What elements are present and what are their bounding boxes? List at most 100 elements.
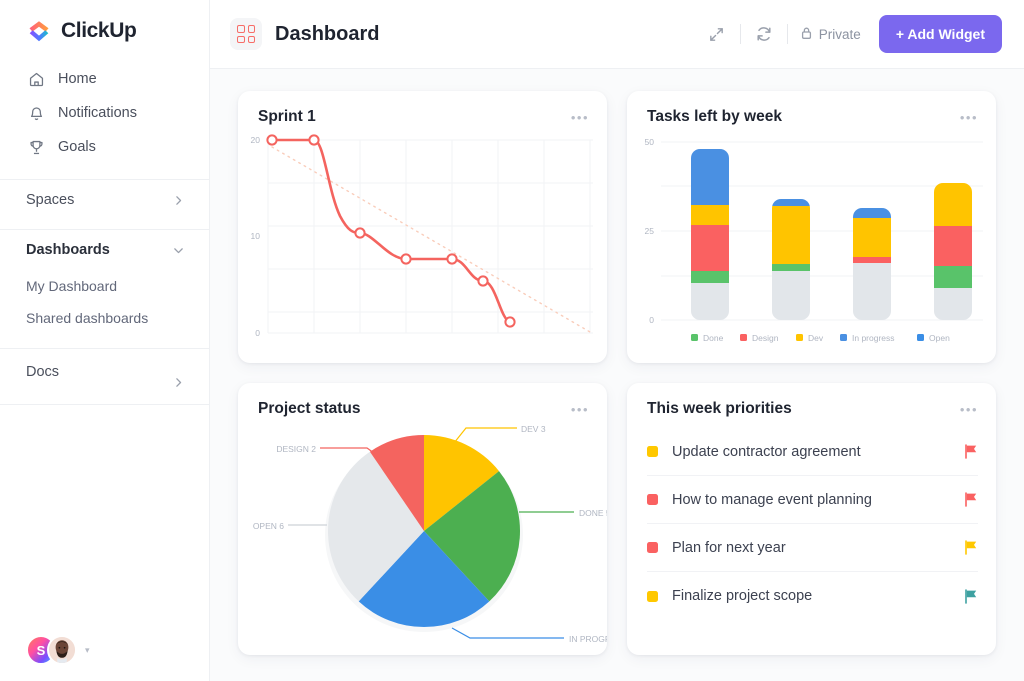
privacy-label: Private [819,27,861,42]
sidebar-label-spaces: Spaces [26,192,74,208]
widget-sprint-1: Sprint 1 ••• [238,91,607,363]
list-item[interactable]: Plan for next year [647,524,978,572]
legend-label-open: Open [929,333,950,343]
topbar-divider-1 [740,24,741,44]
privacy-toggle[interactable]: Private [800,26,861,43]
legend-label-in-progress: In progress [852,333,895,343]
legend-swatch-done [691,334,698,341]
app-root: ClickUp Home Notific [0,0,1024,681]
tasks-ytick-25: 25 [645,226,655,236]
legend-label-done: Done [703,333,724,343]
page-title: Dashboard [275,23,379,46]
sprint-ideal-line [272,147,590,332]
avatar-photo[interactable] [47,635,77,665]
lock-icon [800,26,813,43]
refresh-icon[interactable] [749,19,779,49]
status-square [647,542,658,553]
priorities-list: Update contractor agreement How to manag… [627,418,996,620]
legend-swatch-dev [796,334,803,341]
priorities-card-menu-icon[interactable]: ••• [960,402,978,417]
sprint-actual-line [272,140,510,322]
topbar-divider-2 [787,24,788,44]
task-title: How to manage event planning [672,492,964,508]
sprint-gridlines [268,140,593,333]
flag-icon[interactable] [964,444,978,459]
task-title: Update contractor agreement [672,444,964,460]
list-item[interactable]: How to manage event planning [647,476,978,524]
sprint-ytick-10: 10 [251,231,261,241]
project-status-pie-chart: DEV 3 DONE 5 IN PROGRESS 5 OPEN 6 DESIGN… [238,383,607,655]
clickup-logo-icon [26,18,52,44]
primary-nav: Home Notifications [0,60,209,170]
widget-grid: Sprint 1 ••• [210,69,1024,681]
pie-label-in-progress: IN PROGRESS 5 [569,634,607,644]
user-avatars[interactable]: S ▾ [26,635,90,665]
tasks-bar-chart: 50 25 0 [627,91,996,363]
list-item[interactable]: Update contractor agreement [647,428,978,476]
topbar: Dashboard [210,0,1024,69]
avatar-dropdown-icon[interactable]: ▾ [85,645,90,656]
sidebar-item-goals[interactable]: Goals [0,130,209,164]
status-square [647,494,658,505]
flag-icon[interactable] [964,540,978,555]
tasks-ytick-50: 50 [645,137,655,147]
pie-label-done: DONE 5 [579,508,607,518]
bar-week-1 [691,149,729,320]
brand-logo[interactable]: ClickUp [0,0,209,60]
chevron-right-icon [172,194,185,207]
task-title: Finalize project scope [672,588,964,604]
bell-icon [28,105,45,122]
flag-icon[interactable] [964,492,978,507]
priorities-card-title: This week priorities [647,400,792,418]
expand-arrows-icon[interactable] [702,19,732,49]
task-title: Plan for next year [672,540,964,556]
sidebar-item-docs[interactable]: Docs [0,349,209,395]
widget-tasks-left-by-week: Tasks left by week ••• 50 25 [627,91,996,363]
bar-week-3 [853,208,891,320]
sidebar-label-goals: Goals [58,139,96,155]
dashboard-grid-icon [230,18,262,50]
list-item[interactable]: Finalize project scope [647,572,978,620]
brand-name: ClickUp [61,19,136,43]
status-square [647,446,658,457]
sidebar-label-home: Home [58,71,97,87]
sidebar-label-dashboards: Dashboards [26,242,110,258]
pie-label-open: OPEN 6 [253,521,284,531]
sidebar-item-shared-dashboards[interactable]: Shared dashboards [0,302,209,334]
priorities-card-header: This week priorities ••• [627,383,996,418]
sidebar-item-dashboards[interactable]: Dashboards [0,230,209,270]
tasks-ytick-0: 0 [649,315,654,325]
trophy-icon [28,139,45,156]
sprint-ytick-0: 0 [255,328,260,338]
status-square [647,591,658,602]
bar-week-4 [934,183,972,320]
chevron-down-icon [172,244,185,257]
sidebar-item-my-dashboard[interactable]: My Dashboard [0,270,209,302]
legend-label-design: Design [752,333,779,343]
tasks-legend: Done Design Dev In progress Open [691,333,950,343]
sprint-data-points [267,135,514,326]
chevron-right-icon [172,376,185,395]
widget-this-week-priorities: This week priorities ••• Update contract… [627,383,996,655]
pie-label-dev: DEV 3 [521,424,546,434]
leader-in-progress [452,628,564,638]
sidebar-divider-4 [0,404,209,405]
widget-project-status: Project status ••• [238,383,607,655]
sidebar-item-home[interactable]: Home [0,62,209,96]
add-widget-button[interactable]: + Add Widget [879,15,1002,53]
sprint-ytick-20: 20 [251,135,261,145]
home-icon [28,71,45,88]
sidebar-label-docs: Docs [26,364,59,380]
pie-label-design: DESIGN 2 [276,444,316,454]
pie-slices [328,435,520,627]
leader-dev [454,428,517,443]
avatar-initial-letter: S [37,643,46,658]
sidebar-item-notifications[interactable]: Notifications [0,96,209,130]
sidebar-item-spaces[interactable]: Spaces [0,180,209,220]
legend-swatch-in-progress [840,334,847,341]
flag-icon[interactable] [964,589,978,604]
sidebar-label-my-dashboard: My Dashboard [26,278,117,294]
main-area: Dashboard [210,0,1024,681]
legend-swatch-open [917,334,924,341]
sprint-burndown-chart: 20 10 0 [238,91,607,363]
